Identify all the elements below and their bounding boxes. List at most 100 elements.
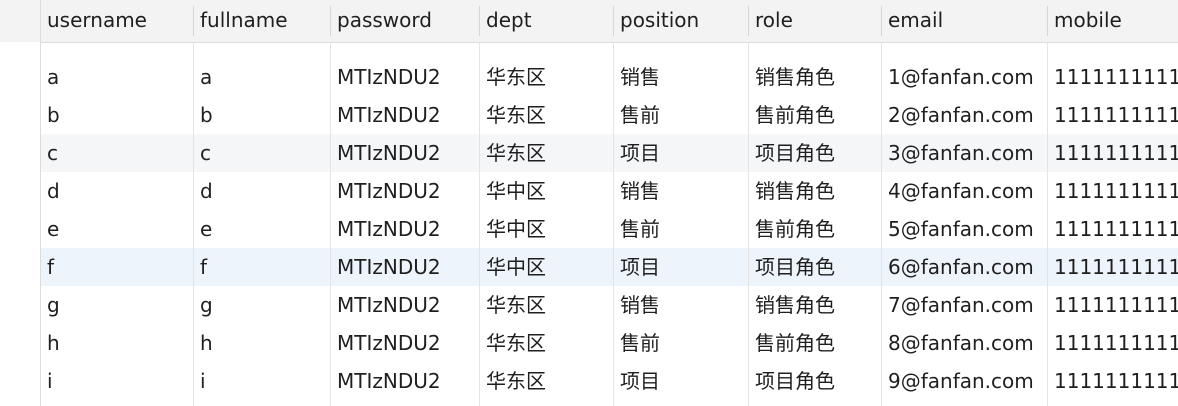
cell-fullname[interactable]: e (194, 210, 331, 248)
column-header-username[interactable]: username (41, 0, 194, 42)
column-header-fullname[interactable]: fullname (194, 0, 331, 42)
cell-password[interactable]: MTIzNDU2 (331, 58, 480, 96)
cell-role[interactable]: 销售角色 (749, 172, 882, 210)
column-resize-handle[interactable] (613, 6, 614, 36)
table-row[interactable]: f f MTIzNDU2 华中区 项目 项目角色 6@fanfan.com 111111111… (41, 248, 1178, 286)
column-divider (1047, 42, 1048, 406)
table-row[interactable]: a a MTIzNDU2 华东区 销售 销售角色 1@fanfan.com 111111111… (41, 58, 1178, 96)
cell-position[interactable]: 销售 (614, 286, 749, 324)
cell-dept[interactable]: 华中区 (480, 172, 614, 210)
cell-username[interactable]: a (41, 58, 194, 96)
cell-username[interactable]: d (41, 172, 194, 210)
cell-role[interactable]: 销售角色 (749, 58, 882, 96)
column-resize-handle[interactable] (330, 6, 331, 36)
cell-position[interactable]: 售前 (614, 210, 749, 248)
cell-role[interactable]: 项目角色 (749, 248, 882, 286)
cell-mobile[interactable]: 11111111113 (1048, 134, 1178, 172)
cell-username[interactable]: c (41, 134, 194, 172)
cell-username[interactable]: e (41, 210, 194, 248)
table-row[interactable]: e e MTIzNDU2 华中区 售前 售前角色 5@fanfan.com 111111111… (41, 210, 1178, 248)
cell-dept[interactable]: 华东区 (480, 362, 614, 400)
cell-role[interactable]: 售前角色 (749, 96, 882, 134)
column-header-password[interactable]: password (331, 0, 480, 42)
cell-email[interactable]: 3@fanfan.com (882, 134, 1048, 172)
cell-mobile[interactable]: 11111111117 (1048, 286, 1178, 324)
cell-role[interactable]: 项目角色 (749, 362, 882, 400)
cell-role[interactable]: 售前角色 (749, 210, 882, 248)
cell-position[interactable]: 项目 (614, 248, 749, 286)
column-header-mobile[interactable]: mobile (1048, 0, 1178, 42)
cell-email[interactable]: 9@fanfan.com (882, 362, 1048, 400)
cell-password[interactable]: MTIzNDU2 (331, 134, 480, 172)
cell-email[interactable]: 4@fanfan.com (882, 172, 1048, 210)
cell-dept[interactable]: 华中区 (480, 210, 614, 248)
cell-mobile[interactable]: 11111111112 (1048, 96, 1178, 134)
cell-mobile[interactable]: 11111111116 (1048, 248, 1178, 286)
cell-password[interactable]: MTIzNDU2 (331, 96, 480, 134)
table-row[interactable]: d d MTIzNDU2 华中区 销售 销售角色 4@fanfan.com 111111111… (41, 172, 1178, 210)
cell-position[interactable]: 售前 (614, 96, 749, 134)
table-row[interactable]: c c MTIzNDU2 华东区 项目 项目角色 3@fanfan.com 111111111… (41, 134, 1178, 172)
column-header-email[interactable]: email (882, 0, 1048, 42)
cell-fullname[interactable]: i (194, 362, 331, 400)
cell-mobile[interactable]: 11111111114 (1048, 172, 1178, 210)
cell-dept[interactable]: 华东区 (480, 134, 614, 172)
column-resize-handle[interactable] (479, 6, 480, 36)
cell-email[interactable]: 8@fanfan.com (882, 324, 1048, 362)
cell-password[interactable]: MTIzNDU2 (331, 286, 480, 324)
column-resize-handle[interactable] (748, 6, 749, 36)
cell-position[interactable]: 项目 (614, 362, 749, 400)
row-gutter (0, 0, 41, 406)
cell-fullname[interactable]: g (194, 286, 331, 324)
column-resize-handle[interactable] (1047, 6, 1048, 36)
column-header-position[interactable]: position (614, 0, 749, 42)
table-row[interactable]: b b MTIzNDU2 华东区 售前 售前角色 2@fanfan.com 111111111… (41, 96, 1178, 134)
cell-username[interactable]: b (41, 96, 194, 134)
table-row[interactable]: g g MTIzNDU2 华东区 销售 销售角色 7@fanfan.com 111111111… (41, 286, 1178, 324)
cell-fullname[interactable]: f (194, 248, 331, 286)
column-resize-handle[interactable] (193, 6, 194, 36)
cell-dept[interactable]: 华中区 (480, 248, 614, 286)
cell-username[interactable]: g (41, 286, 194, 324)
cell-position[interactable]: 售前 (614, 324, 749, 362)
cell-password[interactable]: MTIzNDU2 (331, 172, 480, 210)
cell-dept[interactable]: 华东区 (480, 96, 614, 134)
cell-password[interactable]: MTIzNDU2 (331, 248, 480, 286)
column-divider (479, 42, 480, 406)
cell-username[interactable]: h (41, 324, 194, 362)
cell-email[interactable]: 5@fanfan.com (882, 210, 1048, 248)
cell-fullname[interactable]: h (194, 324, 331, 362)
cell-position[interactable]: 销售 (614, 172, 749, 210)
cell-dept[interactable]: 华东区 (480, 58, 614, 96)
column-header-role[interactable]: role (749, 0, 882, 42)
cell-position[interactable]: 项目 (614, 134, 749, 172)
cell-dept[interactable]: 华东区 (480, 324, 614, 362)
cell-password[interactable]: MTIzNDU2 (331, 324, 480, 362)
data-grid[interactable]: username fullname password dept position role… (0, 0, 1178, 406)
cell-email[interactable]: 1@fanfan.com (882, 58, 1048, 96)
table-row[interactable]: i i MTIzNDU2 华东区 项目 项目角色 9@fanfan.com 111111111… (41, 362, 1178, 400)
cell-role[interactable]: 项目角色 (749, 134, 882, 172)
column-header-dept[interactable]: dept (480, 0, 614, 42)
cell-email[interactable]: 2@fanfan.com (882, 96, 1048, 134)
cell-password[interactable]: MTIzNDU2 (331, 362, 480, 400)
cell-role[interactable]: 售前角色 (749, 324, 882, 362)
cell-username[interactable]: i (41, 362, 194, 400)
cell-mobile[interactable]: 11111111111 (1048, 58, 1178, 96)
cell-fullname[interactable]: a (194, 58, 331, 96)
cell-email[interactable]: 7@fanfan.com (882, 286, 1048, 324)
cell-fullname[interactable]: b (194, 96, 331, 134)
cell-username[interactable]: f (41, 248, 194, 286)
cell-fullname[interactable]: c (194, 134, 331, 172)
cell-password[interactable]: MTIzNDU2 (331, 210, 480, 248)
table-row[interactable]: h h MTIzNDU2 华东区 售前 售前角色 8@fanfan.com 111111111… (41, 324, 1178, 362)
cell-role[interactable]: 销售角色 (749, 286, 882, 324)
cell-email[interactable]: 6@fanfan.com (882, 248, 1048, 286)
cell-mobile[interactable]: 11111111118 (1048, 324, 1178, 362)
cell-position[interactable]: 销售 (614, 58, 749, 96)
cell-mobile[interactable]: 11111111119 (1048, 362, 1178, 400)
column-resize-handle[interactable] (881, 6, 882, 36)
cell-dept[interactable]: 华东区 (480, 286, 614, 324)
cell-fullname[interactable]: d (194, 172, 331, 210)
cell-mobile[interactable]: 11111111115 (1048, 210, 1178, 248)
